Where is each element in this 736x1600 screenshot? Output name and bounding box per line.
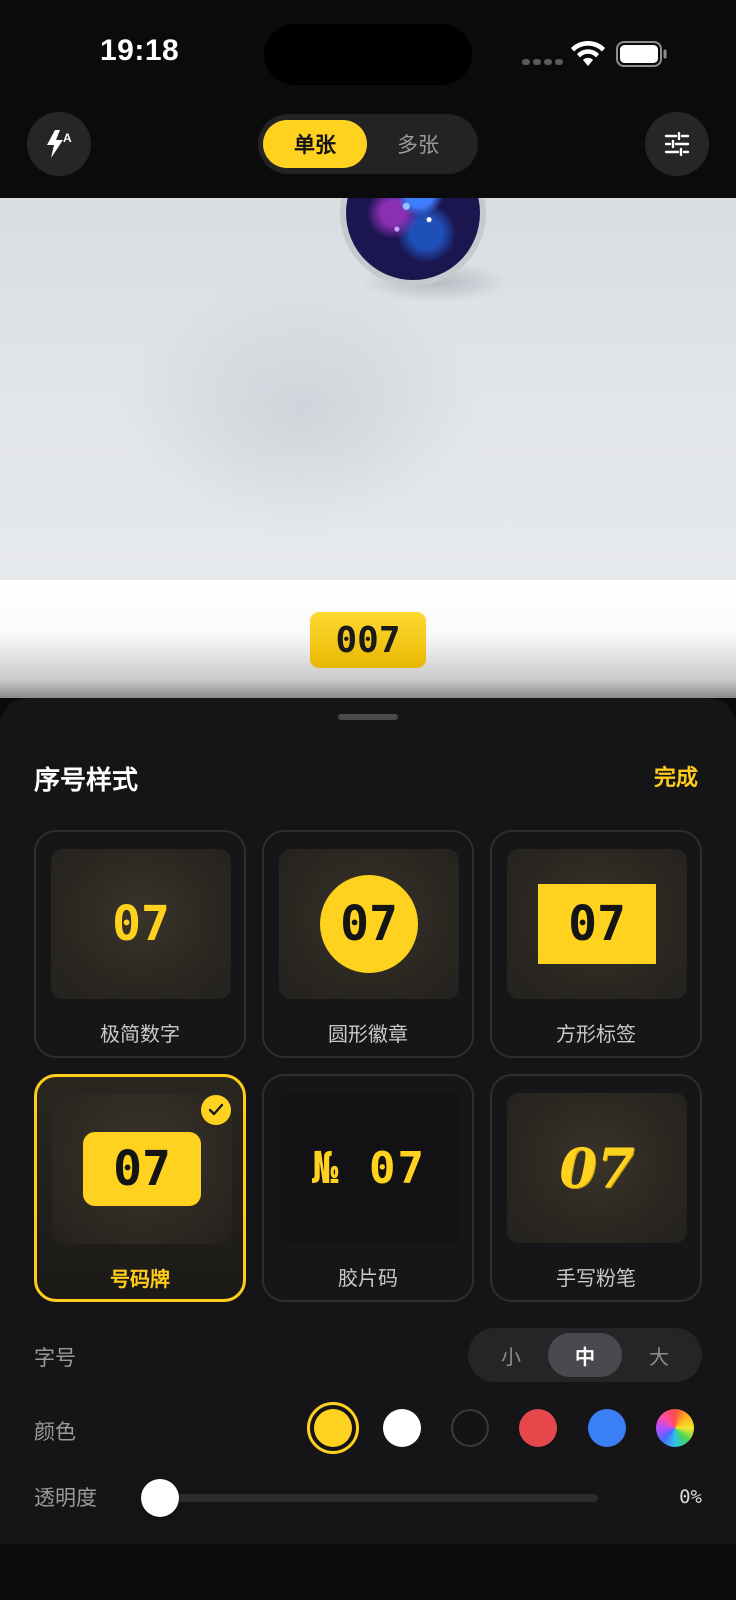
color-swatch-white[interactable] [383,1409,421,1447]
capture-mode-toggle: 单张 多张 [258,114,478,174]
font-size-medium-option[interactable]: 中 [548,1333,622,1377]
color-label: 颜色 [34,1420,76,1444]
color-swatch-black[interactable] [451,1409,489,1447]
style-thumb: 07 [507,849,687,999]
color-swatch-blue[interactable] [588,1409,626,1447]
style-label: 号码牌 [110,1267,170,1291]
style-sample: № 07 [312,1142,426,1194]
style-thumb: 07 [51,849,231,999]
done-button[interactable]: 完成 [654,760,698,792]
style-sample: 07 [340,896,398,952]
opacity-value: 0% [679,1486,702,1508]
photo-preview [0,198,736,580]
style-card-film-code[interactable]: № 07 胶片码 [262,1074,474,1302]
style-label: 圆形徽章 [328,1022,408,1046]
battery-icon [616,41,667,67]
color-swatch-custom-rainbow[interactable] [656,1409,694,1447]
font-size-label: 字号 [34,1346,76,1370]
font-size-small-option[interactable]: 小 [474,1333,548,1377]
mode-multi-button[interactable]: 多张 [366,120,470,168]
style-thumb: 07 [507,1093,687,1243]
style-sample: 07 [113,1141,171,1197]
flash-auto-icon: A [47,130,72,158]
status-time: 19:18 [100,34,180,67]
style-sample: 07 [112,896,170,952]
color-swatch-red[interactable] [519,1409,557,1447]
style-label: 方形标签 [556,1022,636,1046]
home-indicator-area [0,1544,736,1600]
sheet-title: 序号样式 [34,766,139,796]
sheet-grabber[interactable] [338,714,398,720]
style-card-minimal[interactable]: 07 极简数字 [34,830,246,1058]
style-card-circle-badge[interactable]: 07 圆形徽章 [262,830,474,1058]
opacity-slider-thumb[interactable] [141,1479,179,1517]
style-card-number-plate[interactable]: 07 号码牌 [34,1074,246,1302]
style-label: 手写粉笔 [556,1266,636,1290]
adjust-settings-button[interactable] [645,112,709,176]
preview-number-tag[interactable]: 007 [310,612,426,668]
status-bar: 19:18 [0,0,736,100]
selected-check-icon [201,1095,231,1125]
opacity-slider-track[interactable] [160,1494,598,1502]
svg-text:A: A [63,131,72,145]
number-style-sheet: 序号样式 完成 07 极简数字 07 圆形徽章 07 方形标签 07 号码牌 №… [0,698,736,1544]
style-card-chalk[interactable]: 07 手写粉笔 [490,1074,702,1302]
mode-single-button[interactable]: 单张 [263,120,367,168]
font-size-segmented-control: 小 中 大 [468,1328,702,1382]
sliders-icon [664,132,690,156]
cellular-signal-icon [522,59,563,65]
flash-auto-button[interactable]: A [27,112,91,176]
dynamic-island [264,24,472,85]
color-swatch-yellow[interactable] [307,1402,359,1454]
font-size-large-option[interactable]: 大 [622,1333,696,1377]
wifi-icon [571,40,605,66]
style-thumb: № 07 [279,1093,459,1243]
style-card-square-label[interactable]: 07 方形标签 [490,830,702,1058]
opacity-label: 透明度 [34,1486,97,1510]
style-sample: 07 [568,896,626,952]
style-thumb: 07 [279,849,459,999]
style-label: 胶片码 [338,1266,398,1290]
style-sample: 07 [559,1136,635,1200]
style-label: 极简数字 [100,1022,180,1046]
